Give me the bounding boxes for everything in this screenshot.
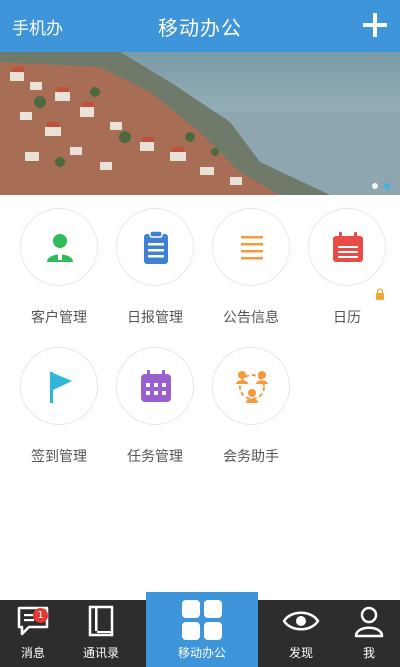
app-label: 日报管理 — [127, 310, 183, 326]
tab-me[interactable]: 我 — [338, 600, 400, 667]
tab-messages[interactable]: 1 消息 — [0, 600, 66, 667]
tab-label: 发现 — [288, 646, 313, 660]
bottom-tab-bar: 1 消息 通讯录 移动办公 发现 我 — [0, 592, 400, 667]
app-task-management[interactable]: 任务管理 — [107, 347, 203, 466]
task-calendar-icon — [141, 370, 171, 402]
page-title: 移动办公 — [158, 16, 242, 40]
app-meeting-assistant[interactable]: 会务助手 — [203, 347, 299, 466]
lock-icon — [376, 288, 384, 300]
tab-label: 通讯录 — [82, 646, 119, 660]
app-icon-circle — [20, 347, 98, 425]
grid-icon — [182, 600, 222, 640]
person-icon — [47, 234, 73, 262]
banner-image — [0, 52, 400, 195]
app-customer-management[interactable]: 客户管理 — [11, 208, 107, 327]
tab-mobile-office[interactable]: 移动办公 — [146, 592, 258, 667]
unread-badge: 1 — [33, 608, 48, 623]
app-icon-circle — [212, 347, 290, 425]
app-label: 日历 — [333, 310, 361, 326]
app-check-in[interactable]: 签到管理 — [11, 347, 107, 466]
app-label: 公告信息 — [223, 310, 279, 326]
tab-discover[interactable]: 发现 — [268, 600, 334, 667]
tab-label: 我 — [362, 646, 375, 660]
carousel-dot[interactable] — [372, 183, 378, 189]
app-icon-circle — [212, 208, 290, 286]
meeting-icon — [236, 371, 268, 403]
banner-carousel[interactable] — [0, 52, 400, 195]
app-label: 会务助手 — [223, 449, 279, 465]
contacts-book-icon — [88, 605, 114, 637]
eye-icon — [282, 611, 320, 631]
flag-icon — [50, 372, 72, 403]
tab-contacts[interactable]: 通讯录 — [66, 600, 136, 667]
calendar-icon — [333, 232, 363, 262]
app-icon-circle — [308, 208, 386, 286]
app-calendar[interactable]: 日历 — [299, 208, 395, 327]
app-label: 签到管理 — [31, 449, 87, 465]
carousel-dots — [372, 183, 390, 189]
app-icon-circle — [116, 347, 194, 425]
app-icon-circle — [20, 208, 98, 286]
app-label: 客户管理 — [31, 310, 87, 326]
app-icon-circle — [116, 208, 194, 286]
tab-label: 移动办公 — [177, 646, 226, 660]
app-label: 任务管理 — [127, 449, 183, 465]
user-icon — [354, 606, 384, 638]
carousel-dot-active[interactable] — [384, 183, 390, 189]
app-announcements[interactable]: 公告信息 — [203, 208, 299, 327]
add-icon[interactable] — [360, 10, 390, 40]
list-icon — [241, 236, 263, 260]
tab-label: 消息 — [20, 646, 45, 660]
top-bar: 手机办 移动办公 — [0, 0, 400, 52]
app-daily-report[interactable]: 日报管理 — [107, 208, 203, 327]
clipboard-icon — [144, 230, 168, 264]
